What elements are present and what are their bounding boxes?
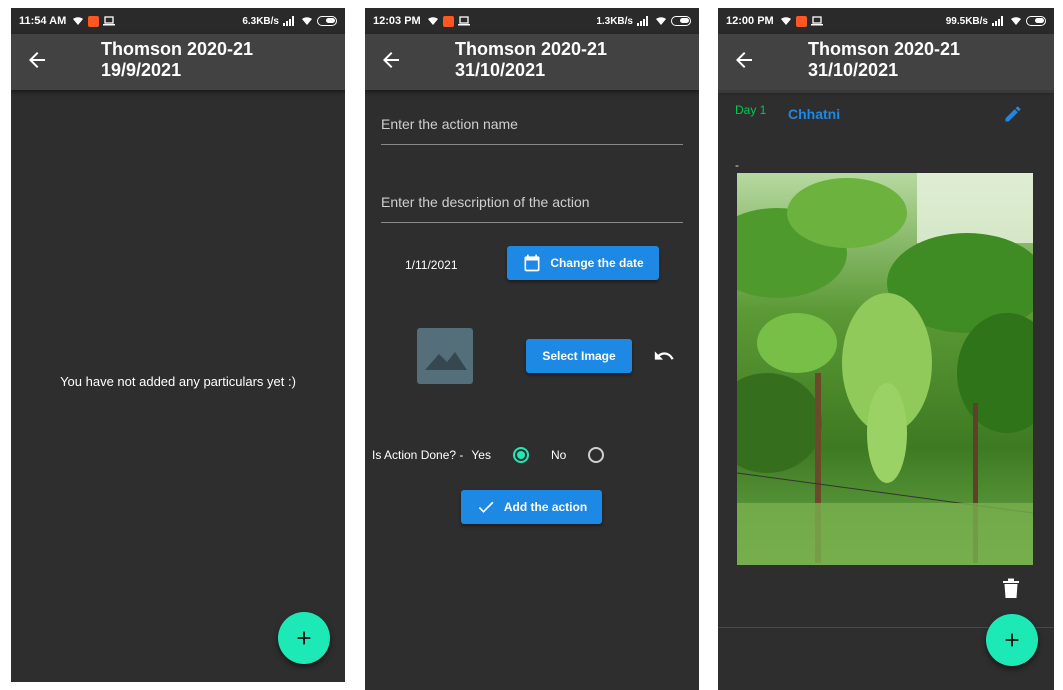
network-speed: 1.3KB/s [596, 15, 633, 27]
wifi-icon [656, 17, 666, 25]
wifi-icon [73, 17, 84, 25]
app-notification-icon [442, 15, 454, 27]
back-arrow-icon[interactable] [379, 48, 403, 72]
action-photo [737, 173, 1033, 565]
add-fab-button[interactable] [278, 612, 330, 664]
screen-action-list: 12:00 PM 99.5KB/s Thomson 2020-21 31/10/… [718, 8, 1054, 690]
description-field [381, 194, 683, 223]
status-bar: 11:54 AM 6.3KB/s [11, 8, 345, 34]
empty-state-message: You have not added any particulars yet :… [60, 374, 296, 389]
page-title: Thomson 2020-21 19/9/2021 [101, 39, 253, 81]
battery-icon [1026, 16, 1046, 26]
no-label: No [550, 448, 567, 462]
wifi-icon [427, 17, 438, 25]
is-done-label: Is Action Done? - [372, 448, 464, 462]
day-label: Day 1 [735, 103, 767, 117]
back-arrow-icon[interactable] [25, 48, 49, 72]
app-notification-icon [795, 15, 807, 27]
status-left-icons [780, 15, 823, 27]
signal-icon [637, 16, 648, 26]
check-icon [478, 501, 494, 513]
edit-pencil-icon[interactable] [1003, 104, 1023, 124]
page-title: Thomson 2020-21 31/10/2021 [808, 39, 960, 81]
add-action-button[interactable]: Add the action [461, 490, 602, 524]
battery-icon [671, 16, 691, 26]
app-bar: Thomson 2020-21 19/9/2021 [11, 34, 345, 90]
title-line2: 31/10/2021 [808, 60, 899, 80]
laptop-icon [810, 16, 823, 26]
status-time: 12:00 PM [726, 15, 774, 27]
action-name: Chhatni [788, 106, 841, 122]
change-date-button[interactable]: Change the date [507, 246, 659, 280]
add-fab-button[interactable] [986, 614, 1038, 666]
battery-icon [317, 16, 337, 26]
laptop-icon [457, 16, 470, 26]
plus-icon [1005, 633, 1019, 647]
screen-add-action: 12:03 PM 1.3KB/s Thomson 2020-21 31/10/2… [365, 8, 699, 690]
add-action-label: Add the action [503, 500, 588, 514]
page-title: Thomson 2020-21 31/10/2021 [455, 39, 607, 81]
select-image-label: Select Image [542, 349, 616, 363]
no-radio[interactable] [588, 447, 605, 463]
status-left-icons [427, 15, 470, 27]
selected-date: 1/11/2021 [405, 258, 458, 272]
image-placeholder-icon [417, 328, 473, 384]
app-bar: Thomson 2020-21 31/10/2021 [718, 34, 1054, 90]
screen-empty-list: 11:54 AM 6.3KB/s Thomson 2020-21 19/9/20… [11, 8, 345, 682]
wifi-icon [302, 17, 312, 25]
laptop-icon [103, 16, 116, 26]
app-bar: Thomson 2020-21 31/10/2021 [365, 34, 699, 90]
status-time: 12:03 PM [373, 15, 421, 27]
signal-icon [283, 16, 294, 26]
status-right-icons: 6.3KB/s [242, 16, 337, 27]
app-notification-icon [88, 15, 100, 27]
calendar-icon [524, 254, 540, 272]
status-bar: 12:00 PM 99.5KB/s [718, 8, 1054, 34]
plus-icon [297, 631, 311, 645]
status-left-icons [72, 15, 116, 27]
is-action-done-group: Is Action Done? - Yes No [372, 446, 605, 464]
status-right-icons: 1.3KB/s [596, 16, 691, 27]
signal-icon [992, 16, 1003, 26]
change-date-label: Change the date [550, 256, 644, 270]
title-line2: 31/10/2021 [455, 60, 546, 80]
title-line2: 19/9/2021 [101, 60, 182, 80]
action-description: - [735, 158, 739, 172]
undo-icon[interactable] [653, 345, 675, 367]
title-line1: Thomson 2020-21 [808, 39, 961, 59]
action-name-input[interactable] [381, 116, 683, 132]
yes-label: Yes [471, 448, 491, 462]
description-input[interactable] [381, 194, 683, 210]
status-bar: 12:03 PM 1.3KB/s [365, 8, 699, 34]
back-arrow-icon[interactable] [732, 48, 756, 72]
title-line1: Thomson 2020-21 [101, 39, 254, 59]
status-right-icons: 99.5KB/s [946, 16, 1046, 27]
status-time: 11:54 AM [19, 15, 67, 27]
network-speed: 6.3KB/s [242, 15, 279, 27]
yes-radio[interactable] [512, 447, 529, 463]
divider [718, 90, 1054, 93]
wifi-icon [1011, 17, 1021, 25]
delete-trash-icon[interactable] [1002, 578, 1020, 598]
wifi-icon [780, 17, 791, 25]
select-image-button[interactable]: Select Image [526, 339, 632, 373]
action-name-field [381, 116, 683, 145]
network-speed: 99.5KB/s [945, 15, 988, 27]
title-line1: Thomson 2020-21 [455, 39, 608, 59]
